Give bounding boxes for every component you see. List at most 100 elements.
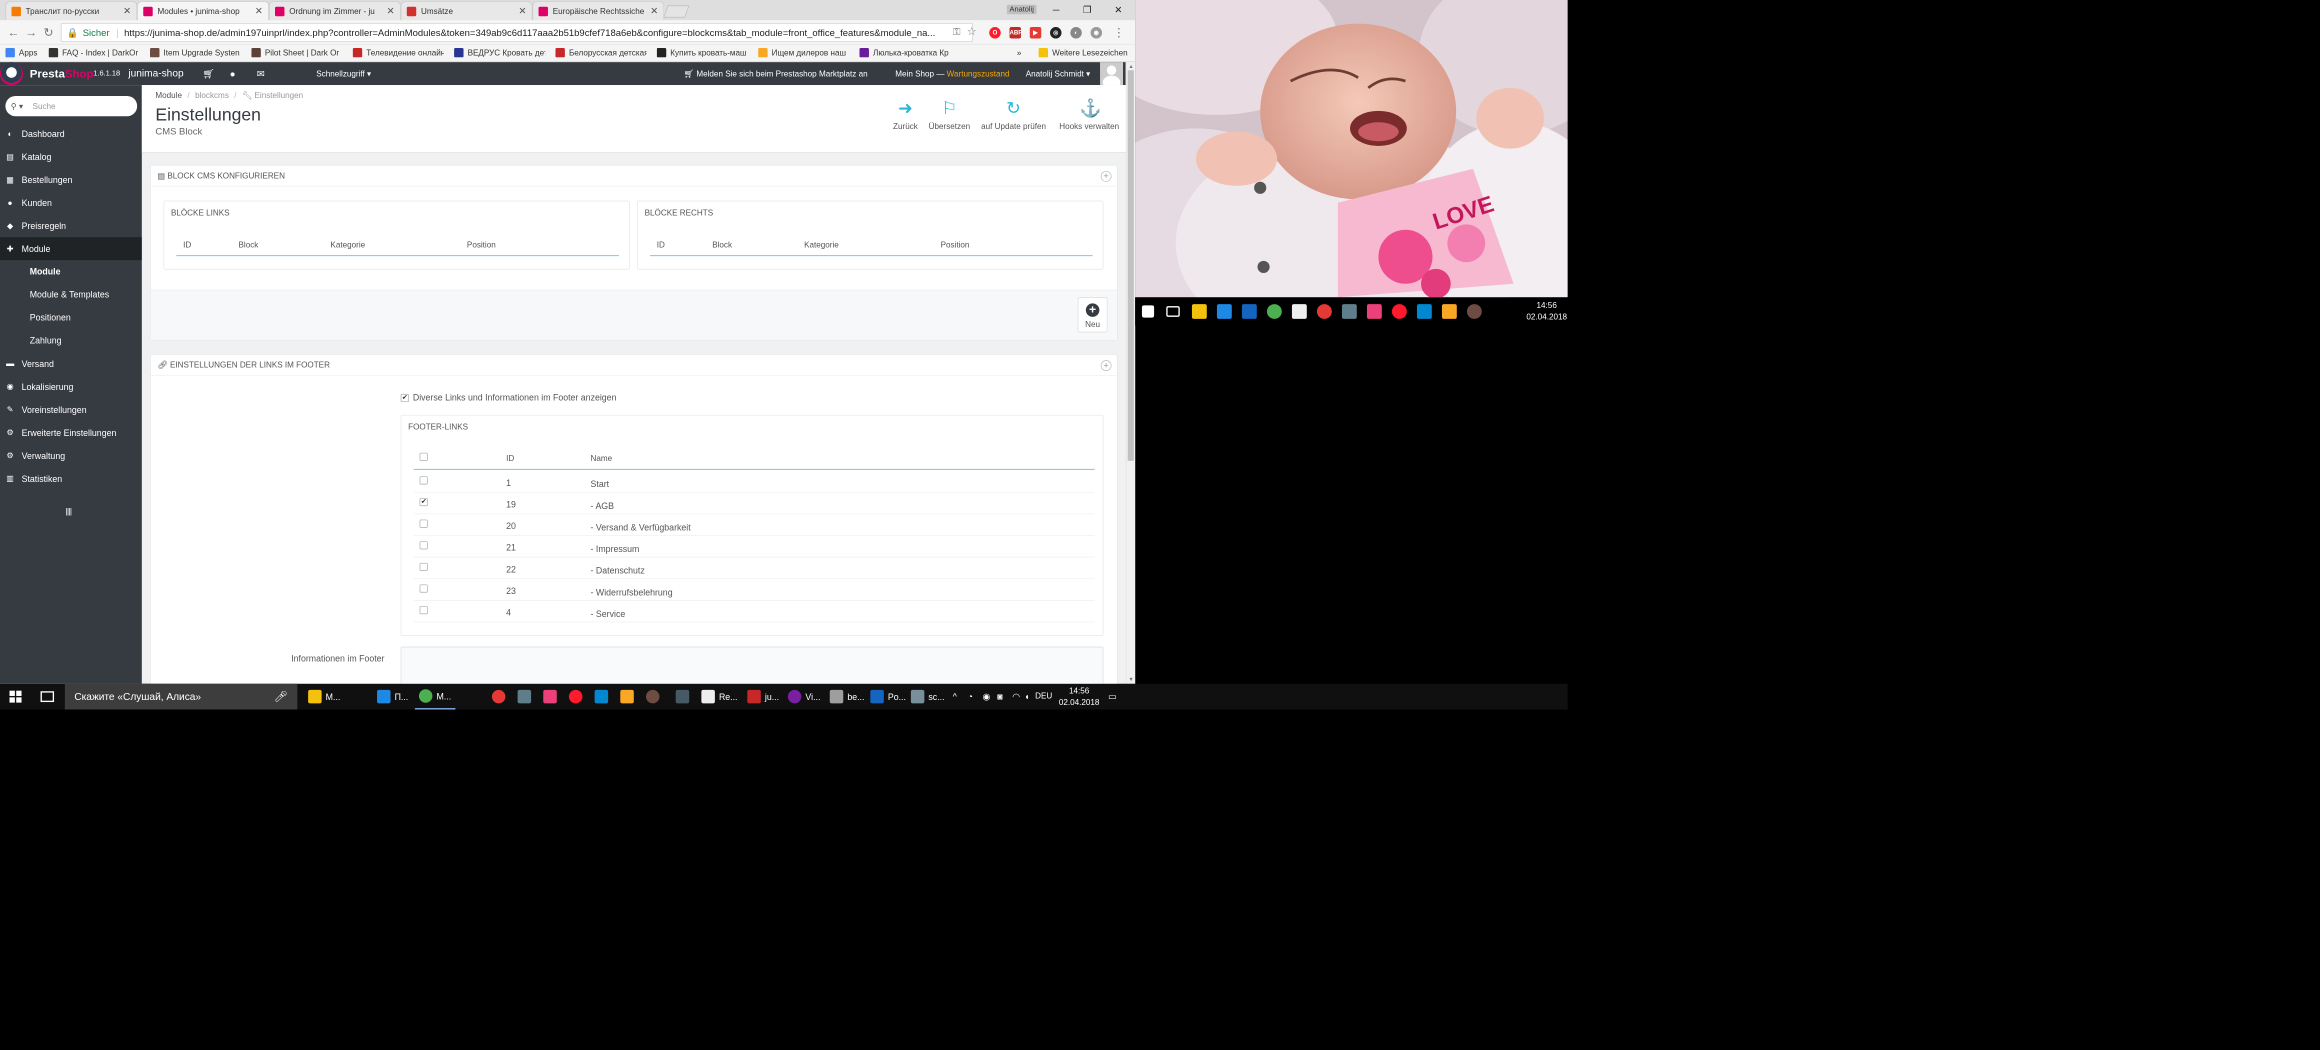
- taskbar-app[interactable]: ju...: [743, 684, 783, 710]
- scroll-down-icon[interactable]: ▼: [1128, 676, 1133, 682]
- breadcrumb-item[interactable]: blockcms: [195, 91, 229, 100]
- bookmark-item[interactable]: Телевидение онлайн: [352, 47, 444, 58]
- back-arrow-icon[interactable]: ←: [5, 24, 21, 40]
- taskbar-app[interactable]: Po...: [866, 684, 910, 710]
- sidebar-item-modules[interactable]: ✚ Module: [0, 237, 142, 261]
- scrollbar-thumb[interactable]: [1127, 70, 1134, 461]
- explorer-icon[interactable]: [1191, 304, 1207, 319]
- app-icon[interactable]: [1366, 304, 1382, 319]
- opera-icon[interactable]: [1391, 304, 1407, 319]
- my-shop-link[interactable]: Mein Shop — Wartungszustand: [895, 69, 1009, 78]
- sidebar-item-advanced-settings[interactable]: ⚙ Erweiterte Einstellungen: [0, 421, 142, 444]
- sidebar-item-administration[interactable]: ⚙ Verwaltung: [0, 444, 142, 467]
- bookmark-item[interactable]: Белорусская детская: [555, 47, 647, 58]
- extension-icon[interactable]: ▶: [1029, 27, 1042, 39]
- taskbar-app[interactable]: Vi...: [784, 684, 825, 710]
- taskbar-app[interactable]: [616, 684, 638, 710]
- sidebar-item-localization[interactable]: ◉ Lokalisierung: [0, 375, 142, 398]
- bookmark-item[interactable]: ВЕДРУС Кровать дет: [454, 47, 545, 58]
- microphone-icon[interactable]: 🎤︎: [274, 690, 288, 704]
- bookmark-item[interactable]: Ищем дилеров наш: [758, 47, 849, 58]
- close-icon[interactable]: ✕: [518, 5, 526, 16]
- taskbar-app[interactable]: [591, 684, 613, 710]
- menu-icon[interactable]: ⋮: [1111, 24, 1127, 40]
- system-clock[interactable]: 14:56 02.04.2018: [1059, 685, 1100, 708]
- opera-icon[interactable]: O: [989, 27, 1001, 39]
- column-header[interactable]: Kategorie: [330, 240, 365, 249]
- tray-chevron-icon[interactable]: ^: [953, 691, 957, 701]
- bookmark-item[interactable]: FAQ - Index | DarkOr: [48, 47, 140, 58]
- bookmark-item[interactable]: Pilot Sheet | Dark Or: [251, 47, 342, 58]
- taskbar-app[interactable]: [488, 684, 510, 710]
- star-icon[interactable]: ☆: [964, 24, 980, 40]
- marketplace-link[interactable]: 🛒︎ Melden Sie sich beim Prestashop Markt…: [684, 69, 868, 78]
- chrome-icon[interactable]: [1266, 304, 1282, 319]
- notifications-icon[interactable]: ▭: [1108, 691, 1116, 702]
- sidebar-subitem-module-templates[interactable]: Module & Templates: [30, 289, 109, 299]
- forward-arrow-icon[interactable]: →: [23, 24, 39, 40]
- tab-translit[interactable]: Транслит по-русски ✕: [5, 1, 138, 21]
- scroll-up-icon[interactable]: ▲: [1128, 64, 1133, 70]
- collapse-icon[interactable]: +: [1100, 170, 1112, 182]
- extension-icon[interactable]: ◉: [1090, 27, 1103, 39]
- windows-start-icon[interactable]: [9, 690, 22, 703]
- taskbar-app[interactable]: [642, 684, 664, 710]
- close-icon[interactable]: ✕: [255, 5, 263, 16]
- address-bar[interactable]: 🔒 Sicher | https://junima-shop.de/admin1…: [60, 22, 974, 42]
- tray-icon[interactable]: ◔: [968, 691, 973, 701]
- taskbar-app[interactable]: [514, 684, 536, 710]
- column-header[interactable]: Block: [712, 240, 732, 249]
- tab-modules[interactable]: Modules • junima-shop ✕: [137, 1, 269, 21]
- bookmark-item[interactable]: Item Upgrade Systen: [150, 47, 241, 58]
- extension-icon[interactable]: ◎: [1050, 27, 1062, 39]
- column-header[interactable]: Block: [239, 240, 259, 249]
- row-checkbox[interactable]: [419, 519, 428, 528]
- key-icon[interactable]: ⚿: [949, 24, 965, 40]
- store-icon[interactable]: [1291, 304, 1307, 319]
- bookmark-item[interactable]: Купить кровать-маш: [656, 47, 748, 58]
- row-checkbox[interactable]: [419, 562, 428, 571]
- other-bookmarks[interactable]: Weitere Lesezeichen: [1038, 47, 1134, 58]
- power-icon[interactable]: [1316, 304, 1332, 319]
- minimize-button[interactable]: ─: [1041, 0, 1072, 20]
- envelope-icon[interactable]: ✉: [257, 68, 265, 79]
- avatar[interactable]: [1100, 62, 1124, 86]
- column-header[interactable]: ID: [183, 240, 191, 249]
- close-icon[interactable]: ✕: [123, 5, 131, 16]
- column-header[interactable]: Kategorie: [804, 240, 839, 249]
- tray-icon[interactable]: ◙: [997, 691, 1002, 701]
- breadcrumb-item[interactable]: Module: [155, 91, 182, 100]
- row-checkbox[interactable]: [419, 476, 428, 485]
- row-checkbox[interactable]: ✔: [419, 497, 428, 507]
- taskbar-app[interactable]: [565, 684, 587, 710]
- sidebar-item-customers[interactable]: ● Kunden: [0, 191, 142, 214]
- window-close-button[interactable]: ✕: [1103, 0, 1134, 20]
- bookmark-item[interactable]: Apps: [5, 47, 42, 58]
- taskbar-app[interactable]: M...: [304, 684, 344, 710]
- user-icon[interactable]: ●: [230, 68, 236, 79]
- sidebar-item-catalog[interactable]: ▤ Katalog: [0, 145, 142, 168]
- taskbar-app[interactable]: be...: [826, 684, 869, 710]
- sidebar-subitem-payment[interactable]: Zahlung: [30, 335, 62, 345]
- column-header[interactable]: Name: [591, 453, 613, 462]
- show-footer-checkbox[interactable]: ✔: [400, 393, 409, 403]
- app-icon[interactable]: [1416, 304, 1432, 319]
- sidebar-item-preferences[interactable]: ✎ Voreinstellungen: [0, 398, 142, 421]
- bookmark-item[interactable]: Люлька-кроватка Кр: [859, 47, 950, 58]
- close-icon[interactable]: ✕: [650, 5, 658, 16]
- sidebar-subitem-module[interactable]: Module: [30, 266, 61, 276]
- network-icon[interactable]: ◠: [1012, 691, 1020, 702]
- footer-info-textarea[interactable]: [400, 646, 1104, 684]
- row-checkbox[interactable]: [419, 541, 428, 550]
- check-update-button[interactable]: ↻ auf Update prüfen: [973, 99, 1054, 131]
- task-view-icon[interactable]: [40, 691, 55, 703]
- adblock-icon[interactable]: ABP: [1009, 27, 1022, 39]
- cortana-search[interactable]: Скажите «Слушай, Алиса» 🎤︎: [64, 683, 298, 710]
- taskbar-app[interactable]: M...: [414, 684, 456, 710]
- task-view-icon[interactable]: [1166, 306, 1180, 317]
- employee-menu[interactable]: Anatolij Schmidt ▾: [1026, 69, 1090, 78]
- close-icon[interactable]: ✕: [387, 5, 395, 16]
- column-header[interactable]: ID: [657, 240, 665, 249]
- app-icon[interactable]: [1441, 304, 1457, 319]
- column-header[interactable]: Position: [941, 240, 970, 249]
